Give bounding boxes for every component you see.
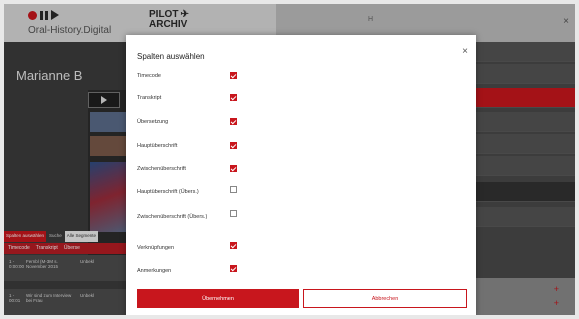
app-window: Oral-History.Digital PILOT ✈ ARCHIV H × M… [4,4,575,315]
select-columns-dialog: Spalten auswählen × Timecode Transkript … [126,35,476,315]
option-label-main-heading: Hauptüberschrift [137,143,178,149]
option-label-sub-heading: Zwischenüberschrift [137,166,186,172]
checkbox-main-heading[interactable] [230,142,237,149]
option-label-translation: Übersetzung [137,119,169,125]
checkbox-main-heading-translated[interactable] [230,186,237,193]
option-label-notes: Anmerkungen [137,268,172,274]
cancel-button[interactable]: Abbrechen [303,289,467,308]
option-label-main-heading-translated: Hauptüberschrift (Übers.) [137,189,199,195]
close-icon[interactable]: × [462,46,468,57]
option-label-sub-heading-translated: Zwischenüberschrift (Übers.) [137,214,208,220]
checkbox-transcript[interactable] [230,94,237,101]
dialog-title: Spalten auswählen [137,52,205,61]
checkbox-links[interactable] [230,242,237,249]
checkbox-notes[interactable] [230,265,237,272]
apply-button[interactable]: Übernehmen [137,289,299,308]
checkbox-translation[interactable] [230,118,237,125]
option-label-timecode: Timecode [137,73,161,79]
checkbox-timecode[interactable] [230,72,237,79]
option-label-transcript: Transkript [137,95,162,101]
option-label-links: Verknüpfungen [137,245,175,251]
checkbox-sub-heading[interactable] [230,165,237,172]
checkbox-sub-heading-translated[interactable] [230,210,237,217]
